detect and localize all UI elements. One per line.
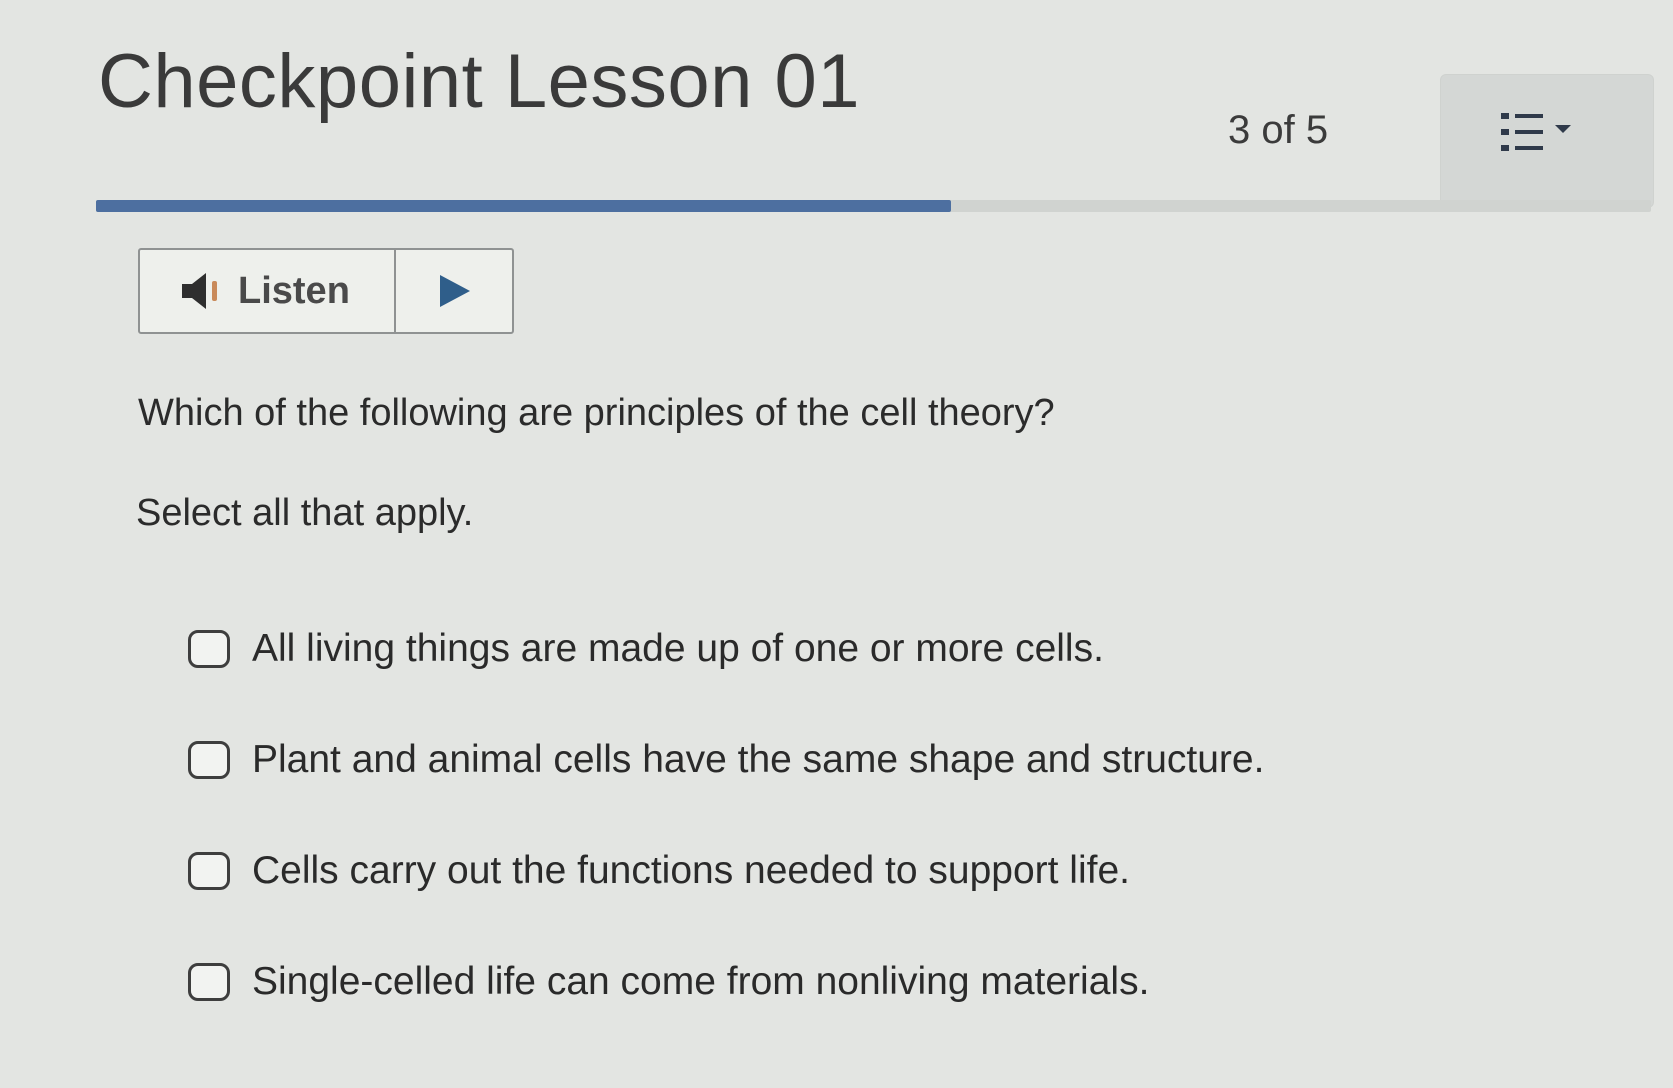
question-prompt: Which of the following are principles of… (138, 392, 1055, 434)
list-icon (1501, 113, 1571, 151)
play-button[interactable] (396, 250, 512, 332)
answer-checkbox[interactable] (188, 741, 230, 779)
speaker-icon (182, 273, 217, 309)
chevron-down-icon (1555, 125, 1571, 133)
play-icon (440, 275, 470, 307)
answer-option-2[interactable]: Plant and animal cells have the same sha… (188, 731, 1488, 789)
answer-option-4[interactable]: Single-celled life can come from nonlivi… (188, 953, 1488, 1011)
question-menu-button[interactable] (1440, 74, 1654, 208)
answer-option-1[interactable]: All living things are made up of one or … (188, 620, 1488, 678)
answer-label: All living things are made up of one or … (252, 627, 1104, 670)
answer-label: Single-celled life can come from nonlivi… (252, 960, 1150, 1003)
answer-label: Cells carry out the functions needed to … (252, 849, 1130, 892)
listen-control: Listen (138, 248, 514, 334)
progress-bar (96, 200, 1651, 212)
question-instruction: Select all that apply. (136, 492, 474, 534)
question-counter: 3 of 5 (1228, 108, 1329, 152)
answer-checkbox[interactable] (188, 630, 230, 668)
listen-label: Listen (238, 269, 350, 312)
answer-option-3[interactable]: Cells carry out the functions needed to … (188, 842, 1488, 900)
listen-button[interactable]: Listen (140, 250, 396, 332)
answer-checkbox[interactable] (188, 963, 230, 1001)
answer-checkbox[interactable] (188, 852, 230, 890)
progress-bar-fill (96, 200, 952, 212)
answer-options: All living things are made up of one or … (188, 620, 1488, 1064)
checkpoint-page: Checkpoint Lesson 01 3 of 5 Listen Which… (0, 0, 1673, 1088)
page-title: Checkpoint Lesson 01 (98, 39, 861, 124)
answer-label: Plant and animal cells have the same sha… (252, 738, 1265, 781)
